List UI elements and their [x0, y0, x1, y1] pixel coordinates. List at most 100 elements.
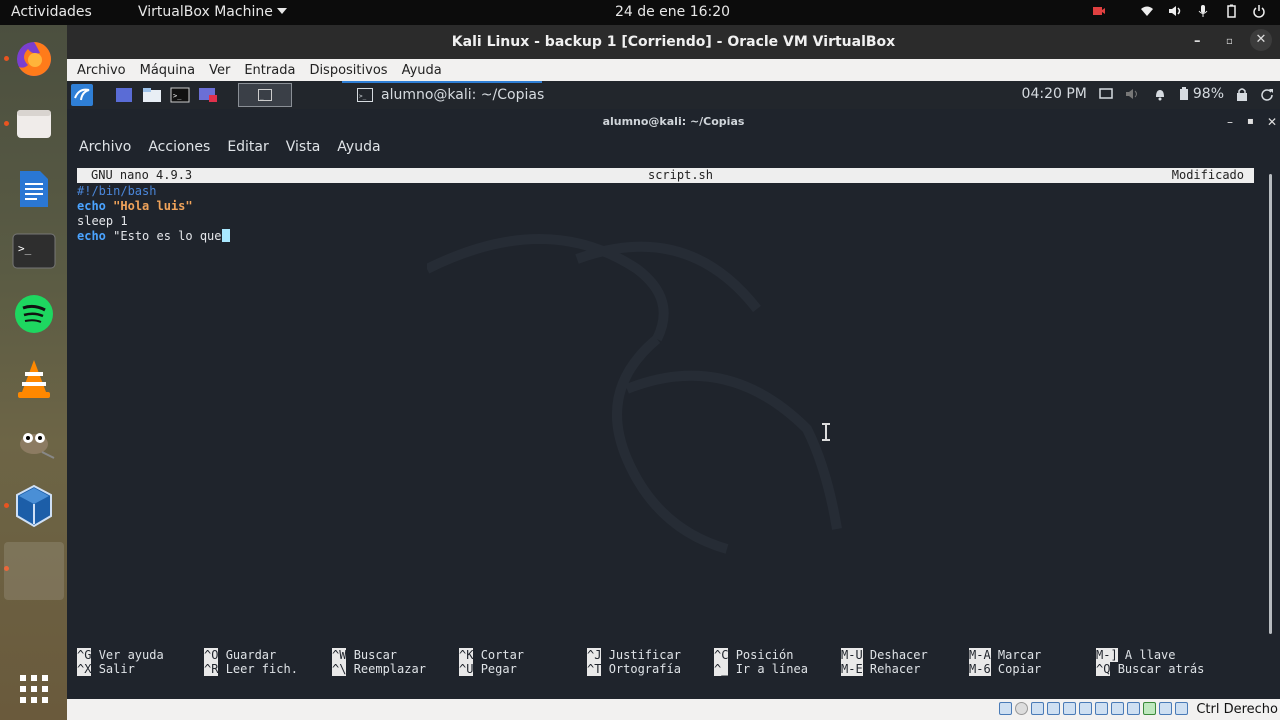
display-icon[interactable]	[1095, 702, 1108, 715]
kali-dragon-watermark	[427, 234, 842, 554]
keyword-echo: echo	[77, 229, 106, 243]
cpu-icon[interactable]	[1127, 702, 1140, 715]
virtualbox-titlebar[interactable]: Kali Linux - backup 1 [Corriendo] - Orac…	[67, 25, 1280, 59]
text-cursor	[221, 229, 230, 242]
spotify-icon[interactable]	[10, 290, 58, 338]
notifications-icon[interactable]	[1153, 87, 1167, 101]
terminal-window: alumno@kali: ~/Copias – ▪ ✕ Archivo Acci…	[67, 109, 1280, 699]
workspace-window-icon: _	[258, 89, 272, 101]
shortcut-justify[interactable]: ^J Justificar ^T Ortografía	[587, 648, 681, 676]
libreoffice-writer-icon[interactable]	[10, 165, 58, 213]
host-key-label: Ctrl Derecho	[1196, 702, 1278, 717]
vm-device-icons	[999, 702, 1188, 715]
running-indicator	[4, 121, 9, 126]
volume-muted-icon[interactable]	[1125, 87, 1141, 101]
maximize-icon[interactable]: ▫	[1226, 36, 1233, 47]
shortcut-cut[interactable]: ^K Cortar ^U Pegar	[459, 648, 524, 676]
file-manager-icon[interactable]	[141, 84, 163, 106]
terminal-maximize-icon[interactable]: ▪	[1247, 116, 1254, 127]
workspace-switcher[interactable]: _	[238, 83, 292, 107]
running-indicator	[4, 56, 9, 61]
video-capture-icon[interactable]	[1111, 702, 1124, 715]
menu-maquina[interactable]: Máquina	[140, 63, 196, 78]
remote-desktop-icon[interactable]	[197, 84, 219, 106]
microphone-icon[interactable]	[1196, 4, 1210, 18]
nano-header-bar: GNU nano 4.9.3 script.sh Modificado	[77, 168, 1254, 183]
guest-additions-icon[interactable]	[1143, 702, 1156, 715]
battery-indicator[interactable]: 98%	[1179, 86, 1224, 102]
running-indicator	[4, 503, 9, 508]
minimize-icon[interactable]: –	[1194, 34, 1201, 49]
shortcut-search[interactable]: ^W Buscar ^\ Reemplazar	[332, 648, 426, 676]
shortcut-save[interactable]: ^O Guardar ^R Leer fich.	[204, 648, 298, 676]
keyboard-icon[interactable]	[1175, 702, 1188, 715]
menu-entrada[interactable]: Entrada	[244, 63, 295, 78]
keyword-echo: echo	[77, 199, 106, 213]
close-icon[interactable]: ✕	[1250, 29, 1272, 51]
code-line-4: echo "Esto es lo que	[77, 229, 230, 243]
shared-folders-icon[interactable]	[1079, 702, 1092, 715]
terminal-title: alumno@kali: ~/Copias	[602, 115, 745, 128]
terminal-close-icon[interactable]: ✕	[1267, 115, 1277, 129]
terminal-menu-vista[interactable]: Vista	[286, 139, 321, 155]
gimp-icon[interactable]	[10, 418, 58, 466]
gnome-top-bar: Actividades VirtualBox Machine 24 de ene…	[0, 0, 1280, 25]
terminal-launcher-icon[interactable]: >_	[169, 84, 191, 106]
svg-text:_: _	[260, 93, 264, 100]
terminal-menu-editar[interactable]: Editar	[227, 139, 268, 155]
virtualbox-machine-icon[interactable]	[4, 542, 64, 600]
partial-string: "Esto es lo que	[113, 229, 222, 243]
clock[interactable]: 24 de ene 16:20	[0, 4, 1280, 20]
terminal-menu-acciones[interactable]: Acciones	[148, 139, 210, 155]
audio-icon[interactable]	[1031, 702, 1044, 715]
hard-disk-icon[interactable]	[999, 702, 1012, 715]
optical-drive-icon[interactable]	[1015, 702, 1028, 715]
terminal-menu-ayuda[interactable]: Ayuda	[337, 139, 380, 155]
shortcut-bracket[interactable]: M-] A llave ^Q Buscar atrás	[1096, 648, 1204, 676]
files-icon[interactable]	[10, 100, 58, 148]
lock-icon[interactable]	[1236, 87, 1248, 101]
network-icon[interactable]	[1047, 702, 1060, 715]
terminal-scrollbar[interactable]	[1269, 174, 1272, 634]
shortcut-help[interactable]: ^G Ver ayuda ^X Salir	[77, 648, 164, 676]
svg-text:>_: >_	[18, 242, 32, 255]
battery-percent: 98%	[1192, 86, 1224, 102]
power-menu-icon[interactable]	[1252, 4, 1266, 18]
battery-charging-icon	[1179, 87, 1188, 100]
refresh-icon[interactable]	[1260, 87, 1274, 101]
terminal-minimize-icon[interactable]: –	[1227, 115, 1233, 129]
string-literal: "Hola luis"	[113, 199, 193, 213]
battery-icon[interactable]	[1224, 4, 1238, 18]
display-icon[interactable]	[1099, 88, 1113, 100]
vlc-icon[interactable]	[10, 355, 58, 403]
virtualbox-menubar: Archivo Máquina Ver Entrada Dispositivos…	[67, 59, 1280, 81]
menu-archivo[interactable]: Archivo	[77, 63, 126, 78]
menu-ayuda[interactable]: Ayuda	[402, 63, 442, 78]
nano-modified-status: Modificado	[1171, 168, 1244, 182]
show-applications-icon[interactable]	[10, 665, 58, 713]
shebang: #!/bin/bash	[77, 184, 157, 198]
firefox-icon[interactable]	[10, 35, 58, 83]
menu-ver[interactable]: Ver	[209, 63, 230, 78]
usb-icon[interactable]	[1063, 702, 1076, 715]
code-line-3: sleep 1	[77, 214, 128, 228]
shortcut-mark[interactable]: M-A Marcar M-6 Copiar	[969, 648, 1041, 676]
kali-menu-icon[interactable]	[71, 84, 93, 106]
show-desktop-icon[interactable]	[113, 84, 135, 106]
screen-record-icon[interactable]	[1092, 4, 1106, 18]
wifi-icon[interactable]	[1140, 4, 1154, 18]
virtualbox-icon[interactable]	[10, 482, 58, 530]
terminal-task-icon: >_	[357, 88, 373, 102]
shortcut-position[interactable]: ^C Posición ^_ Ir a línea	[714, 648, 808, 676]
menu-dispositivos[interactable]: Dispositivos	[309, 63, 387, 78]
kali-clock[interactable]: 04:20 PM	[1022, 86, 1087, 102]
terminal-menubar: Archivo Acciones Editar Vista Ayuda	[79, 139, 381, 155]
system-tray[interactable]	[1092, 4, 1266, 18]
taskbar-terminal-button[interactable]: >_ alumno@kali: ~/Copias	[357, 84, 544, 106]
shortcut-undo[interactable]: M-U Deshacer M-E Rehacer	[841, 648, 928, 676]
terminal-menu-archivo[interactable]: Archivo	[79, 139, 131, 155]
mouse-integration-icon[interactable]	[1159, 702, 1172, 715]
terminal-icon[interactable]: >_	[10, 227, 58, 275]
volume-icon[interactable]	[1168, 4, 1182, 18]
window-title: Kali Linux - backup 1 [Corriendo] - Orac…	[451, 34, 896, 50]
